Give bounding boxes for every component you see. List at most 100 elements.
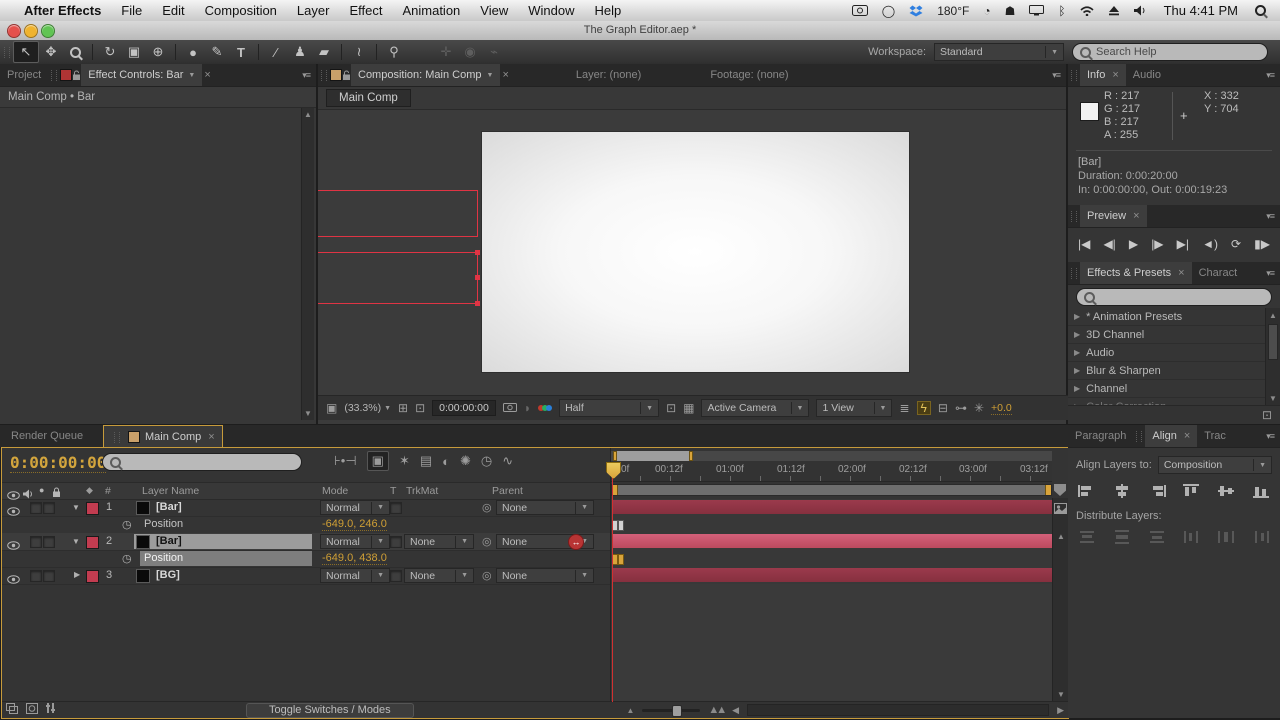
preview-tab[interactable]: Preview × <box>1080 205 1147 227</box>
scroll-down-icon[interactable]: ▼ <box>302 409 314 418</box>
timeline-comp-tab[interactable]: Main Comp × <box>103 425 223 448</box>
show-snapshot-icon[interactable]: ◗ <box>524 402 531 414</box>
current-time-display[interactable]: 0:00:00:00 <box>10 453 107 473</box>
layer-label-color[interactable] <box>86 570 99 583</box>
zoom-out-time-icon[interactable]: ▲ <box>626 706 634 715</box>
wifi-icon[interactable] <box>1073 0 1101 21</box>
snapshot-icon[interactable] <box>502 402 517 414</box>
timeline-horizontal-scrollbar[interactable] <box>747 704 1050 716</box>
next-frame-button[interactable]: |▶ <box>1151 237 1163 251</box>
comp-flowchart-icon[interactable]: ⊶ <box>955 402 967 414</box>
always-preview-icon[interactable]: ▣ <box>326 402 337 414</box>
menu-item-app[interactable]: After Effects <box>14 0 111 21</box>
comp-viewer[interactable] <box>318 109 1066 395</box>
motion-blur-button[interactable]: ◐ <box>442 454 450 469</box>
time-zoom-slider[interactable] <box>642 704 701 717</box>
work-area-bar[interactable] <box>611 484 1052 496</box>
effects-presets-tab[interactable]: Effects & Presets × <box>1080 262 1192 284</box>
layer-name[interactable]: [Bar] <box>156 501 182 513</box>
type-tool[interactable]: T <box>229 42 253 62</box>
layer-name[interactable]: [BG] <box>156 569 180 581</box>
panel-menu-icon[interactable]: ▾≡ <box>1260 211 1280 222</box>
effect-category-row[interactable]: ▶ Channel <box>1068 380 1266 398</box>
layer-thumbnail-swatch[interactable] <box>136 569 150 583</box>
scroll-up-icon[interactable]: ▲ <box>1053 522 1069 541</box>
timeline-vertical-scrollbar[interactable]: ▲ ▼ <box>1052 498 1069 702</box>
resolution-dropdown[interactable]: Half ▼ <box>559 399 660 417</box>
comp-button-icon[interactable] <box>1053 498 1069 522</box>
new-preset-icon[interactable]: ⊡ <box>1262 409 1272 421</box>
distribute-top-button[interactable] <box>1074 528 1100 546</box>
timeline-search-input[interactable] <box>102 453 302 471</box>
layer-selection-outline-1[interactable] <box>318 190 478 237</box>
layer-duration-bar[interactable] <box>613 568 1052 582</box>
time-ruler[interactable]: 0f 00:12f 01:00f 01:12f 02:00f 02:12f 03… <box>611 461 1052 482</box>
closed-triangle-icon[interactable]: ▶ <box>1074 348 1080 357</box>
parent-pickwhip-icon[interactable]: ◎ <box>482 535 492 548</box>
distribute-right-button[interactable] <box>1248 528 1274 546</box>
paragraph-tab[interactable]: Paragraph <box>1068 425 1133 447</box>
align-top-button[interactable] <box>1178 482 1204 500</box>
region-of-interest-icon[interactable]: ⊡ <box>666 402 676 414</box>
align-tab[interactable]: Align × <box>1145 425 1198 447</box>
layer-thumbnail-swatch[interactable] <box>136 535 150 549</box>
panel-grip[interactable] <box>1136 430 1143 442</box>
zoom-tool[interactable] <box>63 42 87 62</box>
menu-item-edit[interactable]: Edit <box>152 0 194 21</box>
first-frame-button[interactable]: |◀ <box>1078 237 1090 251</box>
layer-thumbnail-swatch[interactable] <box>136 501 150 515</box>
parent-pickwhip-icon[interactable]: ◎ <box>482 569 492 582</box>
safe-margins-icon[interactable]: ⊞ <box>398 402 408 414</box>
hide-shy-layers-button[interactable]: ✶ <box>399 453 410 469</box>
zoom-in-time-icon[interactable]: ▲▲ <box>708 704 727 716</box>
project-tab[interactable]: Project <box>0 64 48 86</box>
selection-tool[interactable]: ↖ <box>13 41 39 63</box>
position-value[interactable]: -649.0, 438.0 <box>322 552 387 565</box>
layer-duration-bar[interactable] <box>613 500 1052 514</box>
transparency-grid-icon[interactable]: ▦ <box>683 402 694 414</box>
selection-handle[interactable] <box>475 275 480 280</box>
close-icon[interactable]: × <box>1178 267 1184 279</box>
dropbox-icon[interactable] <box>902 0 930 21</box>
time-navigator-thumb[interactable] <box>613 451 693 461</box>
bluetooth-icon[interactable]: ᛒ <box>1051 0 1072 21</box>
closed-triangle-icon[interactable]: ▶ <box>1074 384 1080 393</box>
closed-triangle-icon[interactable]: ▶ <box>1074 312 1080 321</box>
toolbar-grip[interactable] <box>4 46 10 58</box>
close-icon[interactable]: × <box>204 69 210 81</box>
menu-bar-clock[interactable]: Thu 4:41 PM <box>1154 0 1248 21</box>
search-help-input[interactable]: Search Help <box>1072 43 1268 61</box>
footage-tab[interactable]: Footage: (none) <box>703 64 795 86</box>
close-icon[interactable]: × <box>1112 69 1118 81</box>
view-layout-dropdown[interactable]: 1 View ▼ <box>816 399 893 417</box>
reset-exposure-icon[interactable]: ✳ <box>974 402 984 414</box>
scrollbar-thumb[interactable] <box>1268 324 1278 360</box>
distribute-horizontal-center-button[interactable] <box>1213 528 1239 546</box>
panel-grip[interactable] <box>321 69 327 81</box>
expand-layer-switches-icon[interactable] <box>6 701 18 719</box>
roto-brush-tool[interactable]: ≀ <box>347 42 371 62</box>
effects-scrollbar[interactable]: ▲ ▼ <box>1265 308 1280 406</box>
work-area-end-handle[interactable] <box>1045 485 1051 495</box>
panel-grip[interactable] <box>1071 267 1077 279</box>
shape-status-icon[interactable]: ◯ <box>875 0 902 21</box>
layer-duration-bar-selected[interactable] <box>613 534 1052 548</box>
close-icon[interactable]: × <box>208 431 214 443</box>
zoom-level-dropdown[interactable]: (33.3%) ▼ <box>344 402 391 414</box>
apple-menu[interactable] <box>0 0 14 21</box>
menu-item-view[interactable]: View <box>470 0 518 21</box>
layer-visibility-toggle[interactable] <box>7 571 20 589</box>
panel-menu-icon[interactable]: ▾≡ <box>1046 70 1066 81</box>
active-camera-dropdown[interactable]: Active Camera ▼ <box>701 399 810 417</box>
scroll-up-icon[interactable]: ▲ <box>1266 308 1280 320</box>
render-queue-tab[interactable]: Render Queue <box>4 425 90 447</box>
closed-triangle-icon[interactable]: ▶ <box>1074 330 1080 339</box>
composition-tab[interactable]: Composition: Main Comp ▼ <box>351 64 501 86</box>
expand-transfer-controls-icon[interactable] <box>26 701 38 719</box>
view-axis-mode-button[interactable]: ⌁ <box>482 42 506 62</box>
close-icon[interactable]: × <box>1133 210 1139 222</box>
scroll-down-icon[interactable]: ▼ <box>1266 394 1280 403</box>
property-name[interactable]: Position <box>144 552 183 564</box>
distribute-left-button[interactable] <box>1178 528 1204 546</box>
menu-item-window[interactable]: Window <box>518 0 584 21</box>
